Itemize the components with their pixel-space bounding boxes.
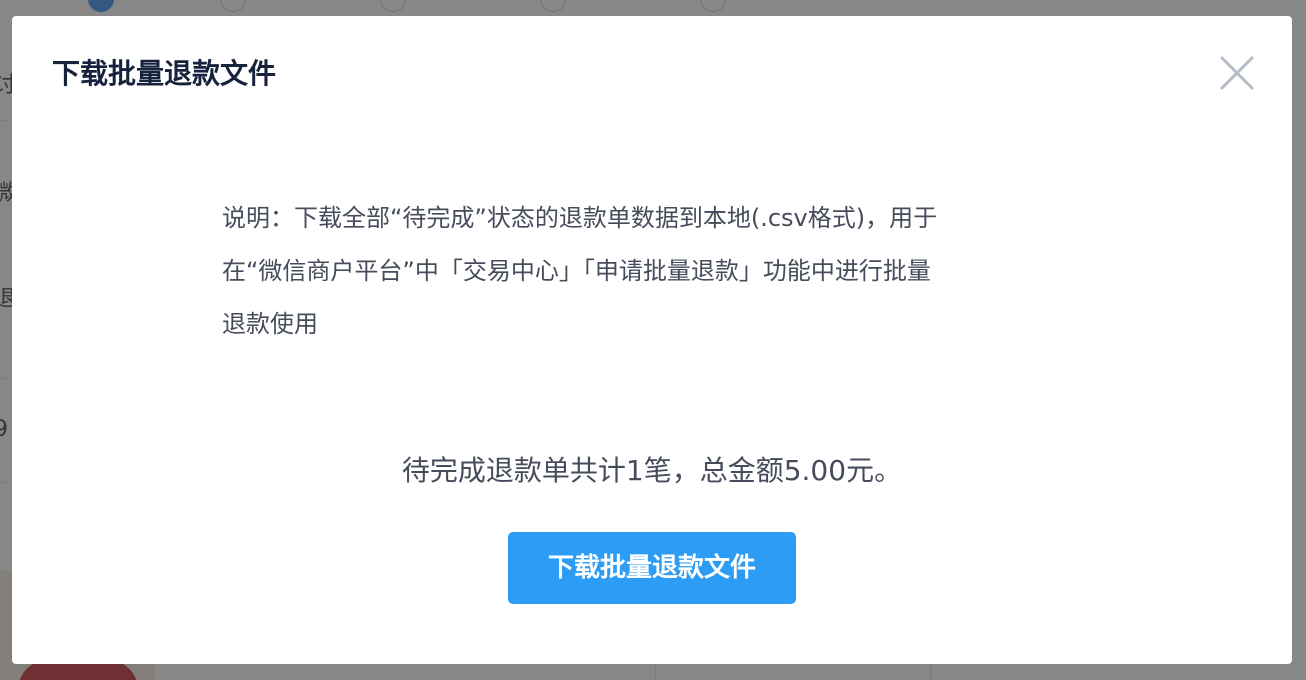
description-line: 在“微信商户平台”中「交易中心」「申请批量退款」功能中进行批量: [222, 257, 931, 285]
refund-summary: 待完成退款单共计1笔，总金额5.00元。: [401, 454, 903, 487]
dialog-title: 下载批量退款文件: [52, 57, 277, 90]
description-line: 说明：下载全部“待完成”状态的退款单数据到本地(.csv格式)，用于: [222, 204, 938, 232]
dialog-description: 说明：下载全部“待完成”状态的退款单数据到本地(.csv格式)，用于 在“微信商…: [222, 192, 1072, 351]
description-line: 退款使用: [222, 310, 318, 338]
download-batch-refund-button[interactable]: 下载批量退款文件: [508, 532, 796, 604]
close-button[interactable]: [1212, 54, 1260, 94]
close-icon: [1220, 56, 1254, 90]
download-refund-dialog: 下载批量退款文件 说明：下载全部“待完成”状态的退款单数据到本地(.csv格式)…: [12, 16, 1292, 664]
